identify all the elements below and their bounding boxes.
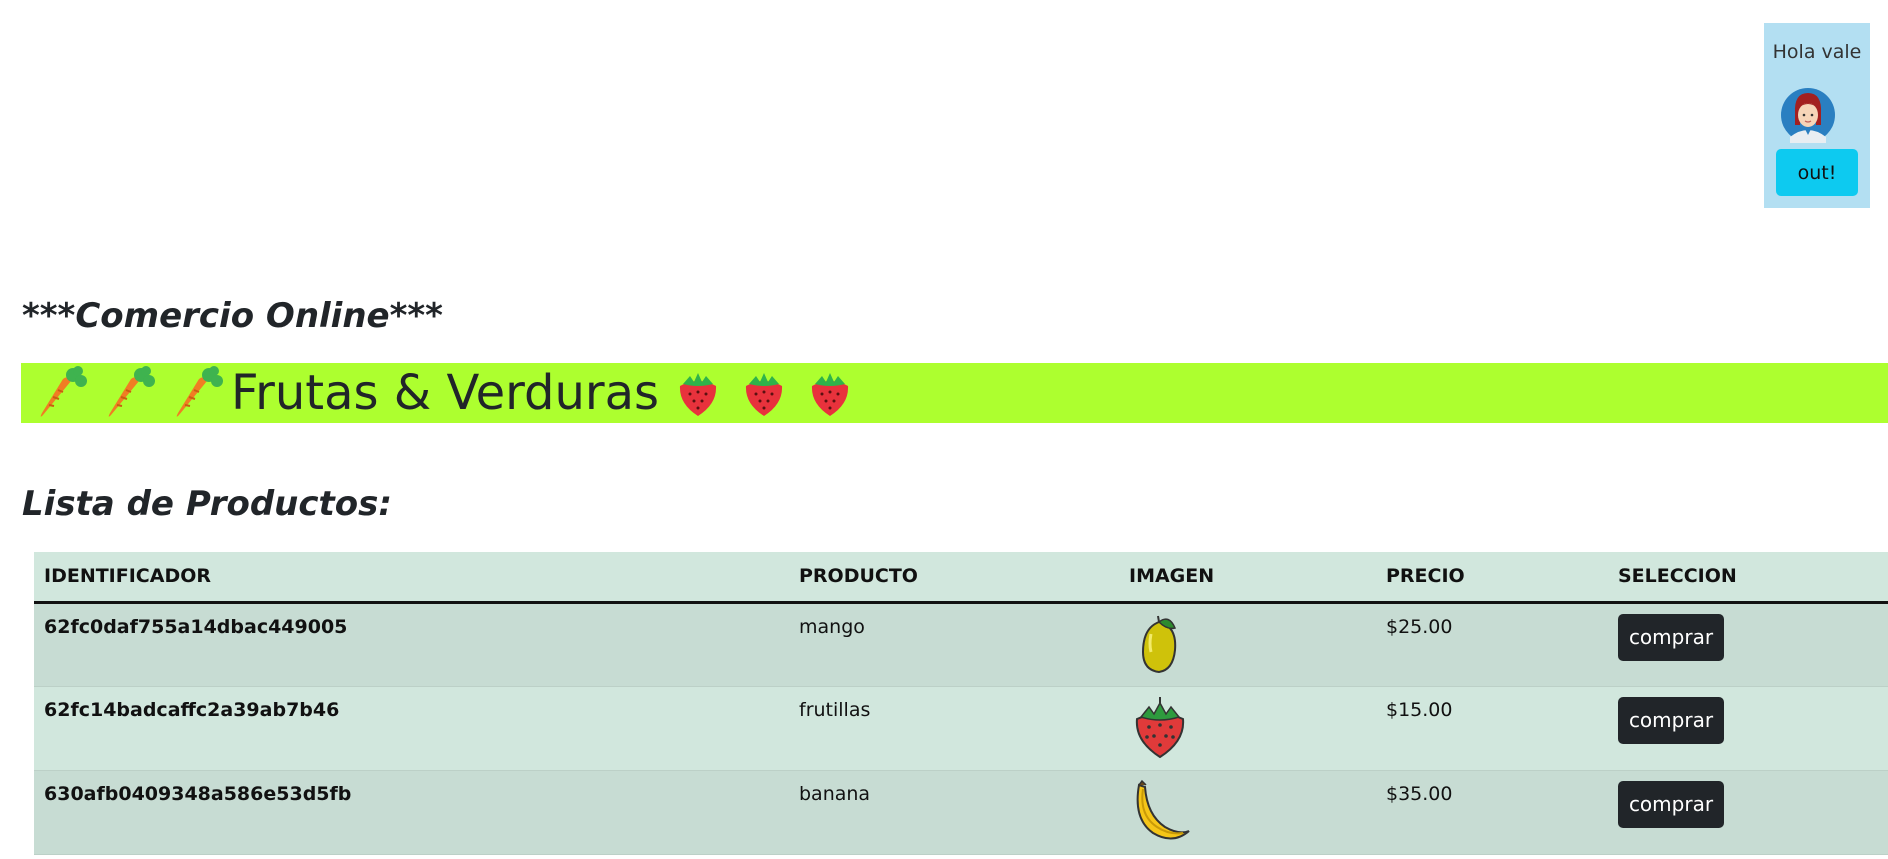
column-header-precio: PRECIO <box>1376 552 1608 604</box>
product-image-cell <box>1119 770 1376 855</box>
product-action-cell: comprar <box>1608 686 1888 771</box>
strawberry-icon <box>1135 696 1185 758</box>
user-box: Hola vale out! <box>1764 23 1870 208</box>
product-image-cell <box>1119 686 1376 771</box>
product-id: 630afb0409348a586e53d5fb <box>34 770 789 855</box>
strawberry-icon <box>745 373 783 416</box>
product-name: mango <box>789 602 1119 687</box>
product-price: $25.00 <box>1376 602 1608 687</box>
column-header-seleccion: SELECCION <box>1608 552 1888 604</box>
column-header-producto: PRODUCTO <box>789 552 1119 604</box>
banana-icon <box>1136 779 1190 839</box>
page: Hola vale out! ***Comercio Online*** Fru… <box>0 0 1888 859</box>
user-greeting: Hola vale <box>1772 41 1862 63</box>
product-name: banana <box>789 770 1119 855</box>
product-price: $15.00 <box>1376 686 1608 771</box>
strawberry-icon <box>811 373 849 416</box>
column-header-imagen: IMAGEN <box>1119 552 1376 604</box>
carrot-icon <box>108 366 155 417</box>
banner: Frutas & Verduras <box>21 363 1888 423</box>
table-header-row: IDENTIFICADOR PRODUCTO IMAGEN PRECIO SEL… <box>34 552 1888 604</box>
strawberry-icon <box>679 373 717 416</box>
column-header-identificador: IDENTIFICADOR <box>34 552 789 604</box>
table-row: 630afb0409348a586e53d5fb banana $35.00 c… <box>34 770 1888 855</box>
table-row: 62fc14badcaffc2a39ab7b46 frutillas $15.0… <box>34 686 1888 771</box>
buy-button[interactable]: comprar <box>1618 613 1724 661</box>
mango-icon <box>1141 615 1177 673</box>
product-id: 62fc14badcaffc2a39ab7b46 <box>34 686 789 771</box>
product-action-cell: comprar <box>1608 770 1888 855</box>
carrot-icon <box>40 366 87 417</box>
product-id: 62fc0daf755a14dbac449005 <box>34 602 789 687</box>
logout-button[interactable]: out! <box>1776 149 1858 196</box>
carrot-icon <box>176 366 223 417</box>
product-price: $35.00 <box>1376 770 1608 855</box>
buy-button[interactable]: comprar <box>1618 780 1724 828</box>
product-image-cell <box>1119 602 1376 687</box>
store-title: ***Comercio Online*** <box>22 296 443 336</box>
banner-title: Frutas & Verduras <box>231 365 660 421</box>
table-row: 62fc0daf755a14dbac449005 mango $25.00 co… <box>34 602 1888 687</box>
product-action-cell: comprar <box>1608 602 1888 687</box>
buy-button[interactable]: comprar <box>1618 696 1724 744</box>
products-table: IDENTIFICADOR PRODUCTO IMAGEN PRECIO SEL… <box>34 552 1888 855</box>
product-name: frutillas <box>789 686 1119 771</box>
list-title: Lista de Productos: <box>22 484 392 524</box>
user-avatar-icon <box>1781 88 1835 143</box>
